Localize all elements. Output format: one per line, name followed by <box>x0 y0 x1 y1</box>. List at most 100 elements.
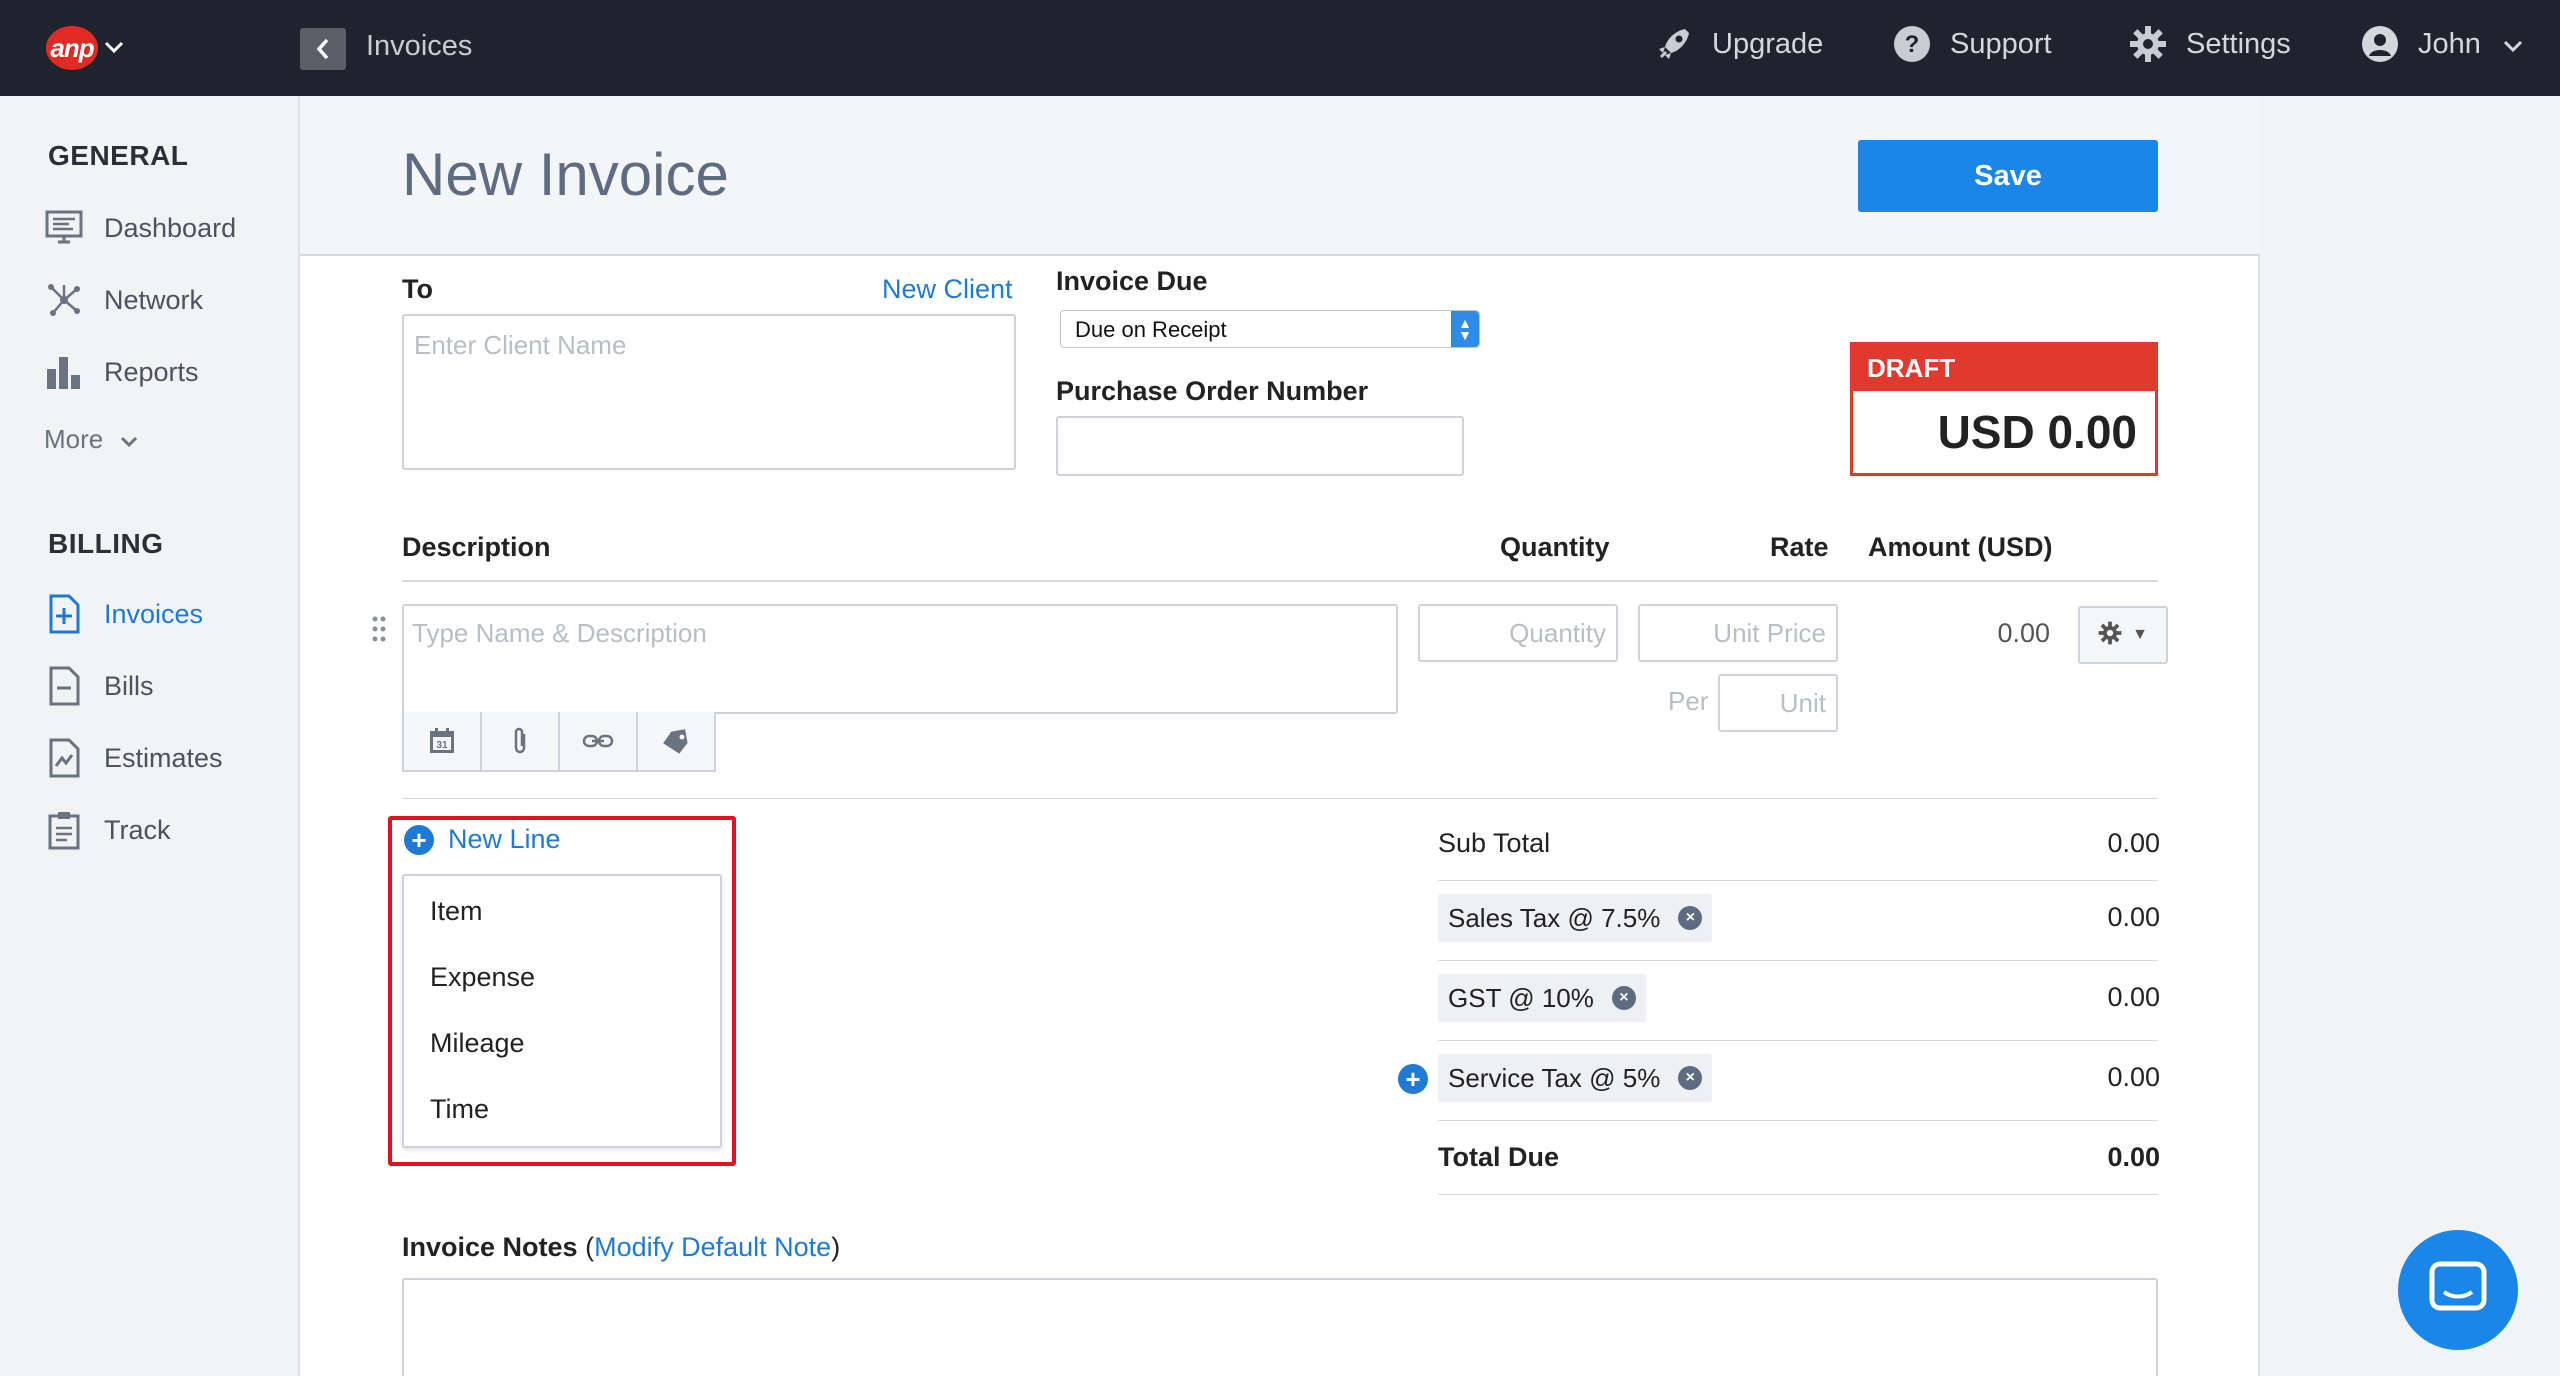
settings-link[interactable]: Settings <box>2128 24 2291 64</box>
line-description-input[interactable]: Type Name & Description <box>402 604 1398 714</box>
po-number-input[interactable] <box>1056 416 1464 476</box>
app-logo[interactable]: anp <box>46 26 98 70</box>
user-menu[interactable]: John <box>2360 24 2523 64</box>
upgrade-label: Upgrade <box>1712 27 1824 60</box>
totals-divider <box>1438 1040 2158 1041</box>
menu-item-time[interactable]: Time <box>430 1094 489 1125</box>
bar-chart-icon <box>44 352 84 392</box>
tag-icon[interactable] <box>638 712 714 770</box>
to-label: To <box>402 274 433 304</box>
chevron-down-icon[interactable] <box>104 30 124 61</box>
invoice-amount: USD 0.00 <box>1937 406 2137 458</box>
totals-divider <box>1438 880 2158 881</box>
sidebar: GENERAL Dashboard Network Reports More B… <box>0 96 300 1376</box>
chat-launcher[interactable] <box>2398 1230 2518 1350</box>
status-badge: DRAFT USD 0.00 <box>1850 342 2158 476</box>
quantity-header: Quantity <box>1500 532 1610 562</box>
chevron-down-icon <box>2503 28 2523 61</box>
back-button[interactable] <box>300 28 346 70</box>
sidebar-item-bills[interactable]: Bills <box>44 666 154 706</box>
page-header: New Invoice Save <box>300 96 2260 256</box>
new-client-link[interactable]: New Client <box>882 274 1013 305</box>
invoice-notes-input[interactable] <box>402 1278 2158 1376</box>
invoice-due-select[interactable]: Due on Receipt ▲ ▼ <box>1060 310 1480 348</box>
sidebar-item-track[interactable]: Track <box>44 810 171 850</box>
totals-divider <box>1438 1194 2158 1195</box>
support-label: Support <box>1950 27 2052 60</box>
general-heading: GENERAL <box>48 140 189 171</box>
totals-divider <box>1438 1120 2158 1121</box>
remove-tax-icon[interactable]: × <box>1678 1066 1703 1090</box>
top-bar: anp Invoices Upgrade ? Support Settings … <box>0 0 2560 96</box>
new-line-button[interactable]: + New Line <box>404 824 561 855</box>
tax-label: Sales Tax @ 7.5% <box>1448 902 1661 933</box>
page-title: New Invoice <box>402 141 729 208</box>
user-avatar-icon <box>2360 24 2400 64</box>
total-due-label: Total Due <box>1438 1142 1559 1172</box>
select-arrows-icon: ▲ ▼ <box>1451 311 1479 347</box>
sidebar-item-network[interactable]: Network <box>44 280 203 320</box>
header-divider <box>402 580 2158 582</box>
remove-tax-icon[interactable]: × <box>1611 986 1636 1010</box>
client-name-input[interactable]: Enter Client Name <box>402 314 1016 470</box>
estimate-icon <box>44 738 84 778</box>
line-options-button[interactable]: ▼ <box>2078 606 2168 664</box>
add-tax-icon[interactable]: + <box>1398 1064 1428 1094</box>
save-button[interactable]: Save <box>1858 140 2158 212</box>
unit-price-input[interactable]: Unit Price <box>1638 604 1838 662</box>
new-line-label: New Line <box>448 824 561 854</box>
clipboard-icon <box>44 810 84 850</box>
menu-item-expense[interactable]: Expense <box>430 962 535 993</box>
quantity-placeholder: Quantity <box>1509 618 1606 648</box>
total-due-value: 0.00 <box>2107 1142 2160 1172</box>
breadcrumb[interactable]: Invoices <box>366 30 472 63</box>
plus-circle-icon: + <box>404 824 434 855</box>
subtotal-value: 0.00 <box>2107 828 2160 858</box>
sidebar-item-label: Invoices <box>104 598 204 629</box>
rate-header: Rate <box>1770 532 1829 562</box>
tax-chip-service: Service Tax @ 5% × <box>1438 1054 1713 1102</box>
sidebar-item-label: Network <box>104 284 204 315</box>
link-icon[interactable] <box>560 712 638 770</box>
bill-icon <box>44 666 84 706</box>
sidebar-item-reports[interactable]: Reports <box>44 352 199 392</box>
sidebar-item-dashboard[interactable]: Dashboard <box>44 208 236 248</box>
sidebar-item-label: Estimates <box>104 742 223 773</box>
client-name-placeholder: Enter Client Name <box>414 330 627 360</box>
sidebar-item-invoices[interactable]: Invoices <box>44 594 203 634</box>
invoice-due-label: Invoice Due <box>1056 266 1208 296</box>
calendar-icon[interactable]: 31 <box>404 712 482 770</box>
modify-default-note-link[interactable]: Modify Default Note <box>594 1232 831 1262</box>
sidebar-item-label: Dashboard <box>104 212 237 243</box>
sidebar-more[interactable]: More <box>44 424 138 455</box>
menu-item-mileage[interactable]: Mileage <box>430 1028 525 1059</box>
sidebar-item-label: Track <box>104 814 171 845</box>
unit-placeholder: Unit <box>1779 688 1826 718</box>
tax-chip-gst: GST @ 10% × <box>1438 974 1646 1022</box>
remove-tax-icon[interactable]: × <box>1678 906 1703 930</box>
notes-open-paren: ( <box>585 1232 595 1262</box>
drag-handle-icon[interactable] <box>372 616 386 647</box>
totals-divider <box>1438 960 2158 961</box>
chevron-down-icon <box>120 424 138 454</box>
menu-item-item[interactable]: Item <box>430 896 483 927</box>
unit-input[interactable]: Unit <box>1718 674 1838 732</box>
description-placeholder: Type Name & Description <box>412 618 707 648</box>
sidebar-item-estimates[interactable]: Estimates <box>44 738 223 778</box>
paperclip-icon[interactable] <box>482 712 560 770</box>
dashboard-icon <box>44 208 84 248</box>
settings-label: Settings <box>2186 27 2291 60</box>
invoice-due-value: Due on Receipt <box>1075 317 1227 342</box>
quantity-input[interactable]: Quantity <box>1418 604 1618 662</box>
user-name: John <box>2418 27 2481 60</box>
tax-label: Service Tax @ 5% <box>1448 1062 1661 1093</box>
upgrade-link[interactable]: Upgrade <box>1654 24 1823 64</box>
network-icon <box>44 280 84 320</box>
invoice-add-icon <box>44 594 84 634</box>
per-label: Per <box>1668 686 1709 716</box>
rocket-icon <box>1654 24 1694 64</box>
amount-header: Amount (USD) <box>1868 532 2053 562</box>
support-link[interactable]: ? Support <box>1892 24 2052 64</box>
subtotal-label: Sub Total <box>1438 828 1551 858</box>
invoice-notes-label: Invoice Notes <box>402 1232 578 1262</box>
